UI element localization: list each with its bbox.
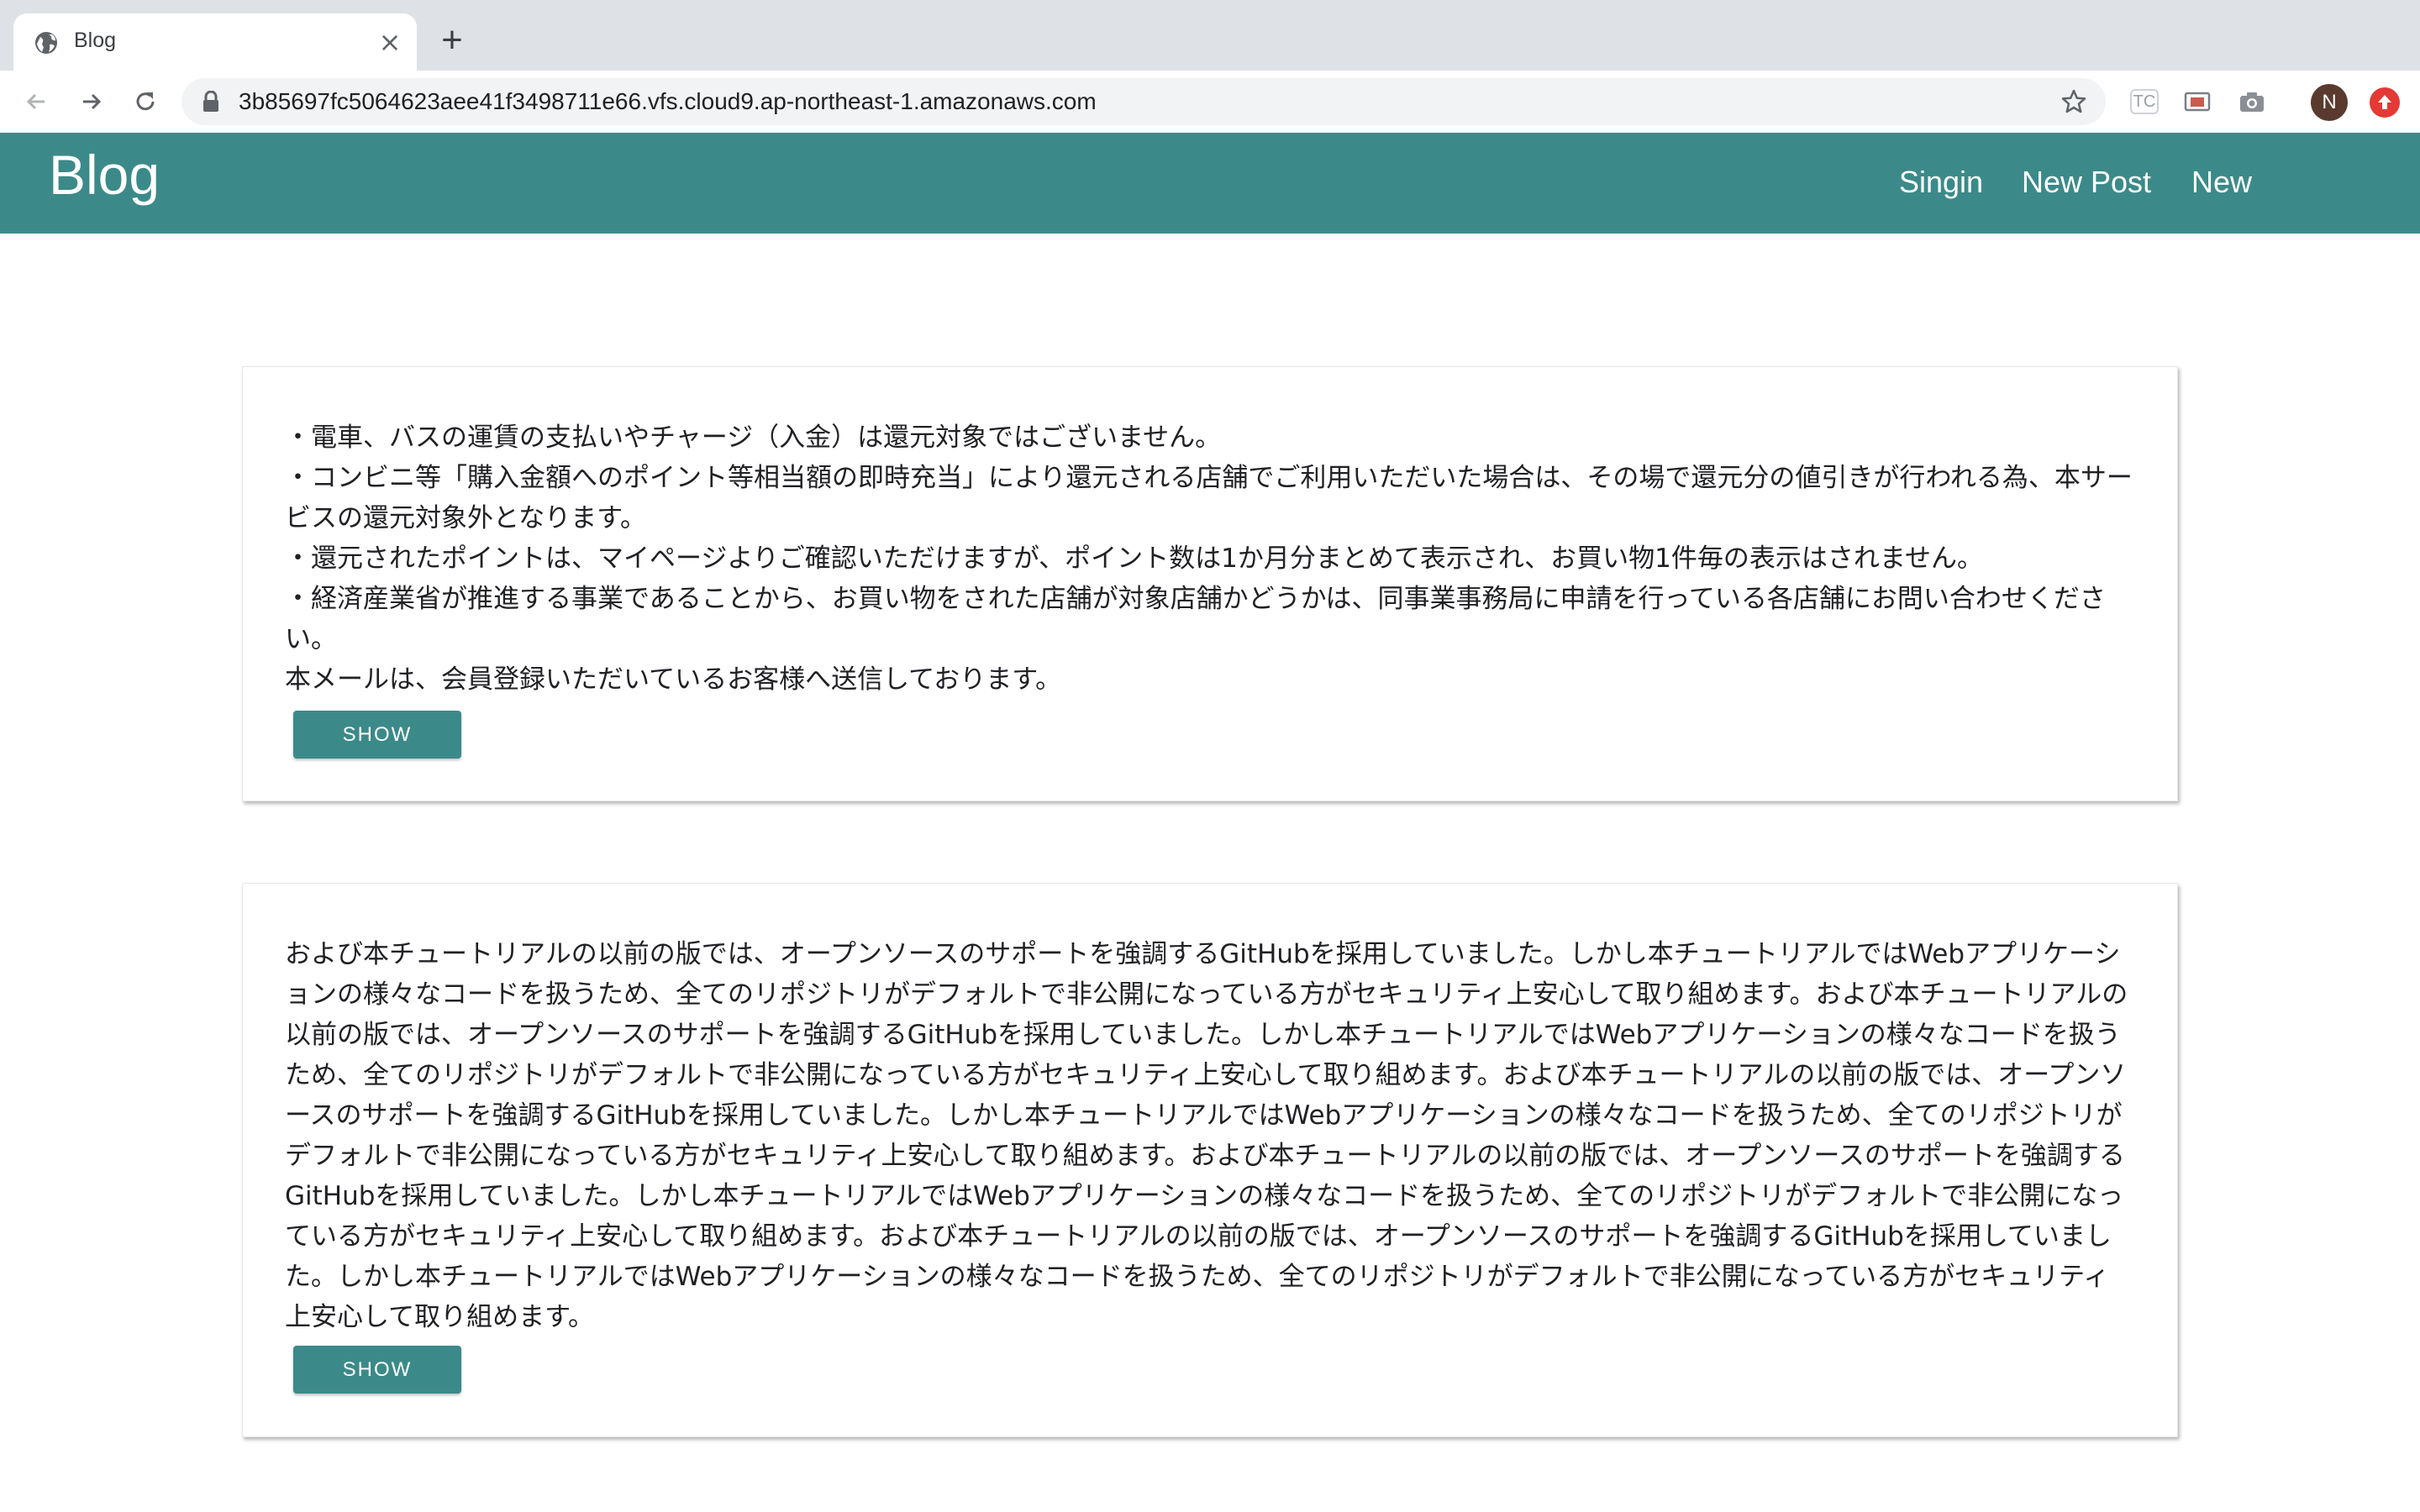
nav-link-new[interactable]: New (2191, 165, 2252, 200)
browser-toolbar: 3b85697fc5064623aee41f3498711e66.vfs.clo… (0, 71, 2420, 134)
profile-avatar[interactable]: N (2311, 84, 2348, 121)
show-button[interactable]: SHOW (293, 1346, 461, 1394)
bookmark-star-icon[interactable] (2060, 88, 2087, 115)
url-text[interactable]: 3b85697fc5064623aee41f3498711e66.vfs.clo… (239, 88, 1097, 115)
camera-icon[interactable] (2237, 87, 2267, 117)
update-icon[interactable] (2370, 87, 2400, 118)
browser-tab[interactable]: Blog × (13, 13, 417, 71)
back-arrow-icon[interactable] (17, 82, 55, 121)
globe-icon (34, 30, 59, 55)
forward-arrow-icon[interactable] (72, 82, 111, 121)
post-card: ・電車、バスの運賃の支払いやチャージ（入金）は還元対象ではございません。 ・コン… (242, 366, 2178, 801)
close-tab-icon[interactable]: × (373, 25, 407, 59)
lock-icon[interactable] (202, 90, 220, 113)
tab-title: Blog (74, 29, 117, 52)
nav-link-signin[interactable]: Singin (1899, 165, 1983, 200)
post-card: および本チュートリアルの以前の版では、オープンソースのサポートを強調するGitH… (242, 883, 2178, 1437)
browser-tab-strip: Blog × + (0, 0, 2420, 71)
new-tab-button[interactable]: + (435, 22, 469, 59)
post-body: および本チュートリアルの以前の版では、オープンソースのサポートを強調するGitH… (285, 939, 2128, 1332)
cast-icon[interactable] (2183, 87, 2213, 117)
nav-link-new-post[interactable]: New Post (2022, 165, 2151, 200)
post-body: ・電車、バスの運賃の支払いやチャージ（入金）は還元対象ではございません。 ・コン… (285, 423, 2133, 695)
address-bar[interactable]: 3b85697fc5064623aee41f3498711e66.vfs.clo… (182, 78, 2106, 125)
reload-icon[interactable] (126, 82, 165, 121)
tc-extension-icon[interactable]: TC (2129, 87, 2160, 117)
show-button[interactable]: SHOW (293, 711, 461, 759)
brand-logo[interactable]: Blog (49, 143, 160, 207)
app-navbar: Blog Singin New Post New (0, 133, 2420, 234)
